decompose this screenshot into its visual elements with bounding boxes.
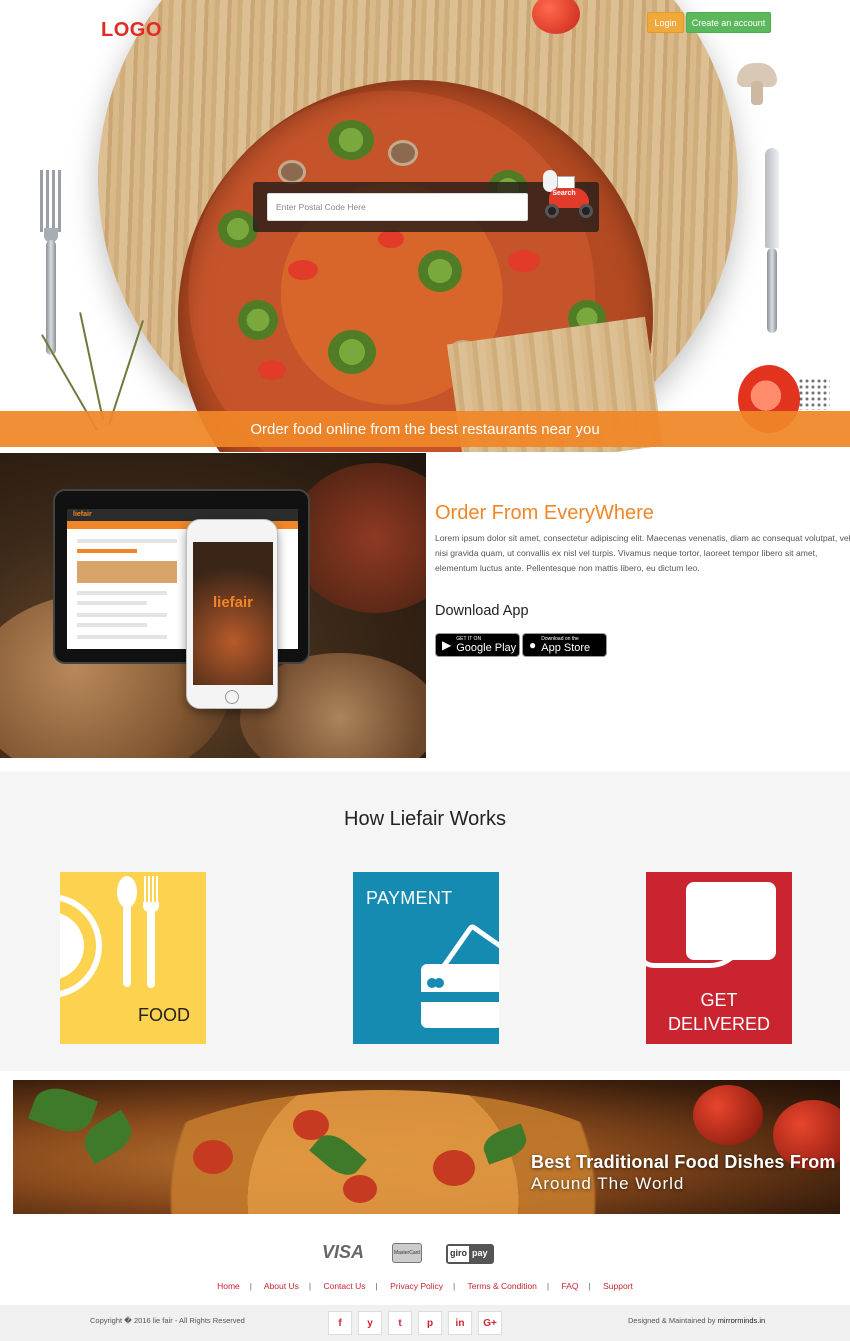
separator: | [249, 1281, 252, 1291]
footer-nav: Home | About Us | Contact Us | Privacy Poli… [0, 1281, 850, 1291]
banner-heading: Best Traditional Food Dishes From [531, 1152, 836, 1172]
app-store-label: App Store [541, 642, 591, 654]
google-plus-icon[interactable]: G+ [478, 1311, 502, 1335]
order-description: Lorem ipsum dolor sit amet, consectetur … [435, 533, 850, 573]
step-delivery-tile: GET DELIVERED [646, 872, 792, 1044]
topping [328, 330, 376, 374]
step-delivery-label: GET DELIVERED [646, 988, 792, 1036]
how-it-works-title: How Liefair Works [344, 808, 506, 830]
topping [388, 140, 418, 166]
topping [218, 210, 258, 248]
topping [278, 160, 306, 184]
phone-app-logo: liefair [212, 594, 254, 611]
mastercard-logo: MasterCard [392, 1243, 422, 1263]
topping [508, 250, 540, 272]
facebook-icon[interactable]: f [328, 1311, 352, 1335]
step-food-label: FOOD [138, 1005, 190, 1025]
topping [258, 360, 286, 380]
search-button[interactable]: Search [535, 170, 603, 226]
separator: | [308, 1281, 312, 1291]
pinterest-icon[interactable]: p [418, 1311, 442, 1335]
search-button-label: Search [552, 190, 576, 197]
payment-logos: VISA MasterCard giro pay [0, 1241, 850, 1267]
order-title: Order From EveryWhere [435, 502, 654, 524]
visa-logo: VISA [322, 1242, 365, 1262]
home-button-icon [225, 690, 239, 704]
wheel-icon [579, 204, 593, 218]
copyright-text: Copyright � 2016 lie fair - All Rights R… [90, 1316, 245, 1325]
tagline-bar: Order food online from the best restaura… [0, 411, 850, 447]
social-links: f y t p in G+ [328, 1311, 502, 1335]
designed-by-text: Designed & Maintained by mirrorminds.in [628, 1316, 765, 1325]
designed-prefix: Designed & Maintained by [628, 1316, 716, 1325]
footer-bottom-bar: Copyright � 2016 lie fair - All Rights R… [0, 1305, 850, 1341]
footer-link-contact[interactable]: Contact Us [323, 1281, 365, 1291]
footer-link-faq[interactable]: FAQ [562, 1281, 579, 1291]
step-payment-tile: PAYMENT [353, 872, 499, 1044]
separator: | [588, 1281, 591, 1291]
topping [288, 260, 318, 280]
linkedin-icon[interactable]: in [448, 1311, 472, 1335]
tagline-text: Order food online from the best restaura… [250, 420, 600, 438]
knife-image [763, 148, 781, 333]
google-play-icon: ▶ [442, 638, 452, 652]
topping [328, 120, 374, 160]
topping [418, 250, 462, 292]
twitter-icon[interactable]: y [358, 1311, 382, 1335]
postal-code-input[interactable] [267, 193, 528, 221]
separator: | [546, 1281, 550, 1291]
postal-search-panel: Search [253, 170, 599, 232]
google-play-button[interactable]: ▶ GET IT ON Google Play [435, 633, 520, 657]
logo[interactable]: LOGO [101, 19, 162, 42]
peppercorns-image [798, 378, 830, 410]
step-payment-label: PAYMENT [366, 888, 453, 908]
credit-card-icon [421, 964, 499, 1028]
banner-subheading: Around The World [531, 1174, 685, 1193]
tumblr-icon[interactable]: t [388, 1311, 412, 1335]
step-delivery-label-line1: GET [700, 990, 738, 1010]
traditional-food-banner [13, 1080, 840, 1214]
devices-showcase-image: liefair liefair [0, 453, 426, 758]
create-account-button[interactable]: Create an account [686, 12, 771, 33]
hero-section: LOGO Login Create an account Search Orde… [0, 0, 850, 452]
separator: | [453, 1281, 456, 1291]
google-play-label: Google Play [456, 642, 517, 654]
fork-image [40, 170, 62, 355]
hand-icon [646, 932, 746, 968]
topping [378, 230, 404, 248]
wheel-icon [545, 204, 559, 218]
designer-link[interactable]: mirrorminds.in [718, 1316, 766, 1325]
download-app-title: Download App [435, 603, 529, 619]
footer-link-privacy[interactable]: Privacy Policy [390, 1281, 443, 1291]
login-button[interactable]: Login [647, 12, 684, 33]
footer-link-about[interactable]: About Us [264, 1281, 299, 1291]
app-store-button[interactable]: ● Download on the App Store [522, 633, 607, 657]
apple-icon: ● [529, 638, 537, 652]
tablet-app-logo: liefair [73, 511, 92, 518]
step-delivery-label-line2: DELIVERED [667, 1014, 771, 1034]
topping [238, 300, 278, 340]
footer-link-home[interactable]: Home [217, 1281, 240, 1291]
step-food-tile: FOOD [60, 872, 206, 1044]
mushroom-image [737, 63, 777, 105]
footer-link-terms[interactable]: Terms & Condition [467, 1281, 536, 1291]
footer-link-support[interactable]: Support [603, 1281, 633, 1291]
separator: | [375, 1281, 378, 1291]
giropay-logo: giro pay [446, 1244, 494, 1264]
phone-mockup: liefair [186, 519, 278, 709]
